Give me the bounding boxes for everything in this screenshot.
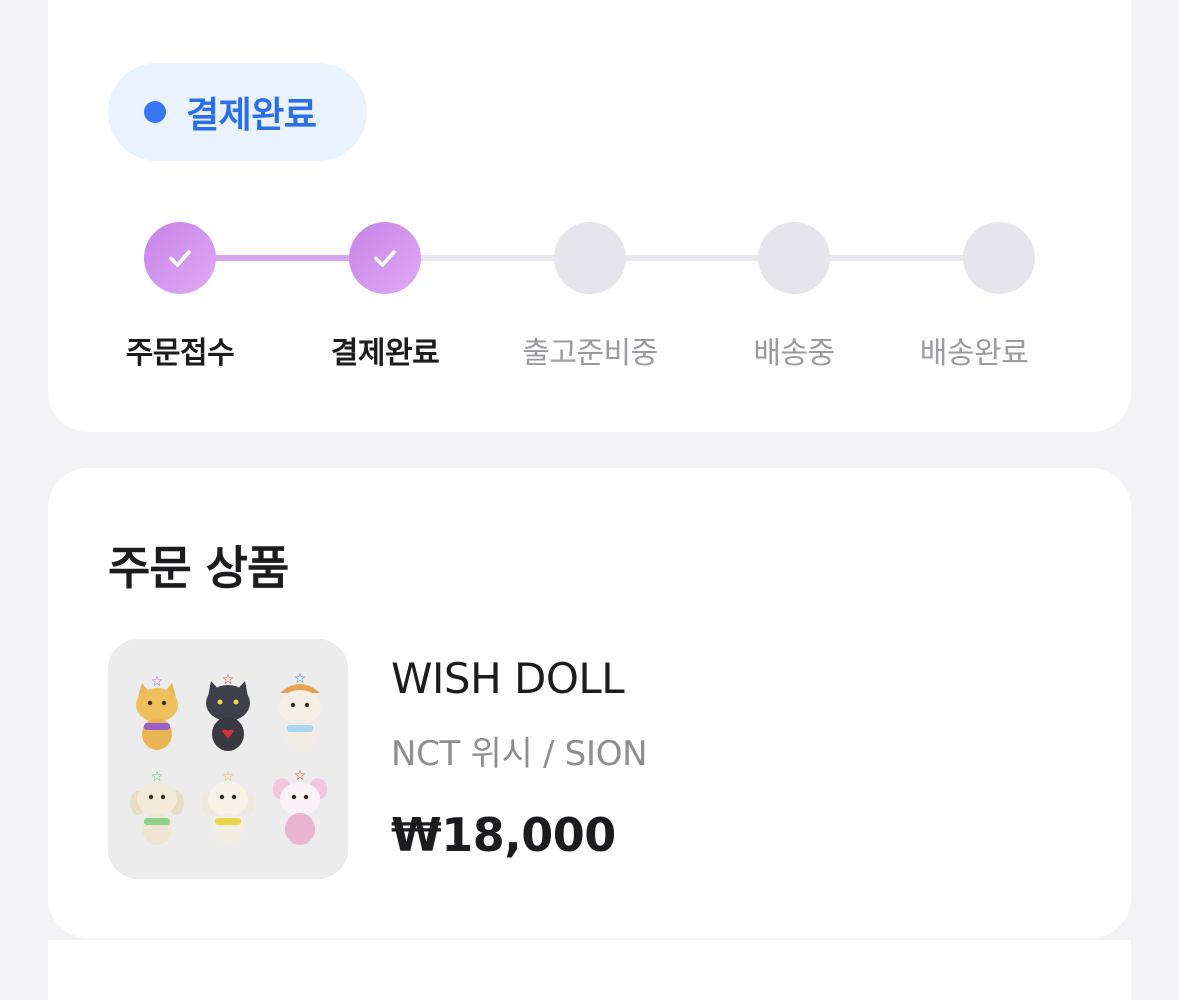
svg-text:☆: ☆ — [294, 768, 307, 784]
status-dot-icon — [144, 101, 166, 123]
product-price: ₩18,000 — [391, 808, 616, 862]
step-label-delivered: 배송완료 — [919, 336, 1029, 371]
step-label-order-received: 주문접수 — [125, 336, 235, 371]
wish-doll-plush-image: ☆ ☆ ☆ ☆ ☆ ☆ — [130, 671, 327, 845]
status-badge-label: 결제완료 — [186, 95, 317, 136]
step-4-pending-circle — [758, 222, 830, 294]
order-status-card: 결제완료 주문접수 결제완료 출고준비중 배송중 배송완료 — [48, 0, 1131, 432]
step-label-shipping: 배송중 — [753, 336, 835, 371]
svg-text:☆: ☆ — [151, 674, 164, 690]
ordered-products-card: 주문 상품 ☆ ☆ ☆ ☆ ☆ ☆ WISH DOLL NCT 위시 / SIO… — [48, 468, 1131, 938]
product-thumbnail[interactable]: ☆ ☆ ☆ ☆ ☆ ☆ — [108, 639, 348, 879]
plush-pink-bear-icon: ☆ — [273, 768, 327, 845]
plush-yellow-dog-icon: ☆ — [136, 674, 178, 750]
check-icon — [169, 250, 191, 267]
step-label-preparing-shipment: 출고준비중 — [522, 336, 658, 371]
next-card-partial — [48, 940, 1131, 1000]
status-badge: 결제완료 — [108, 63, 367, 161]
plush-cream-puppy-icon: ☆ — [130, 769, 184, 845]
plush-white-bunny-icon: ☆ — [201, 769, 255, 845]
section-title: 주문 상품 — [108, 541, 289, 595]
progress-line-remaining — [388, 255, 1008, 261]
check-icon — [374, 250, 396, 267]
plush-black-cat-icon: ☆ — [206, 672, 250, 751]
step-3-pending-circle — [554, 222, 626, 294]
step-1-complete-icon — [144, 222, 216, 294]
step-5-pending-circle — [963, 222, 1035, 294]
product-option: NCT 위시 / SION — [391, 734, 648, 774]
step-label-payment-complete: 결제완료 — [330, 336, 440, 371]
step-2-complete-icon — [349, 222, 421, 294]
product-name[interactable]: WISH DOLL — [391, 654, 625, 703]
plush-cream-chef-icon: ☆ — [279, 671, 321, 752]
